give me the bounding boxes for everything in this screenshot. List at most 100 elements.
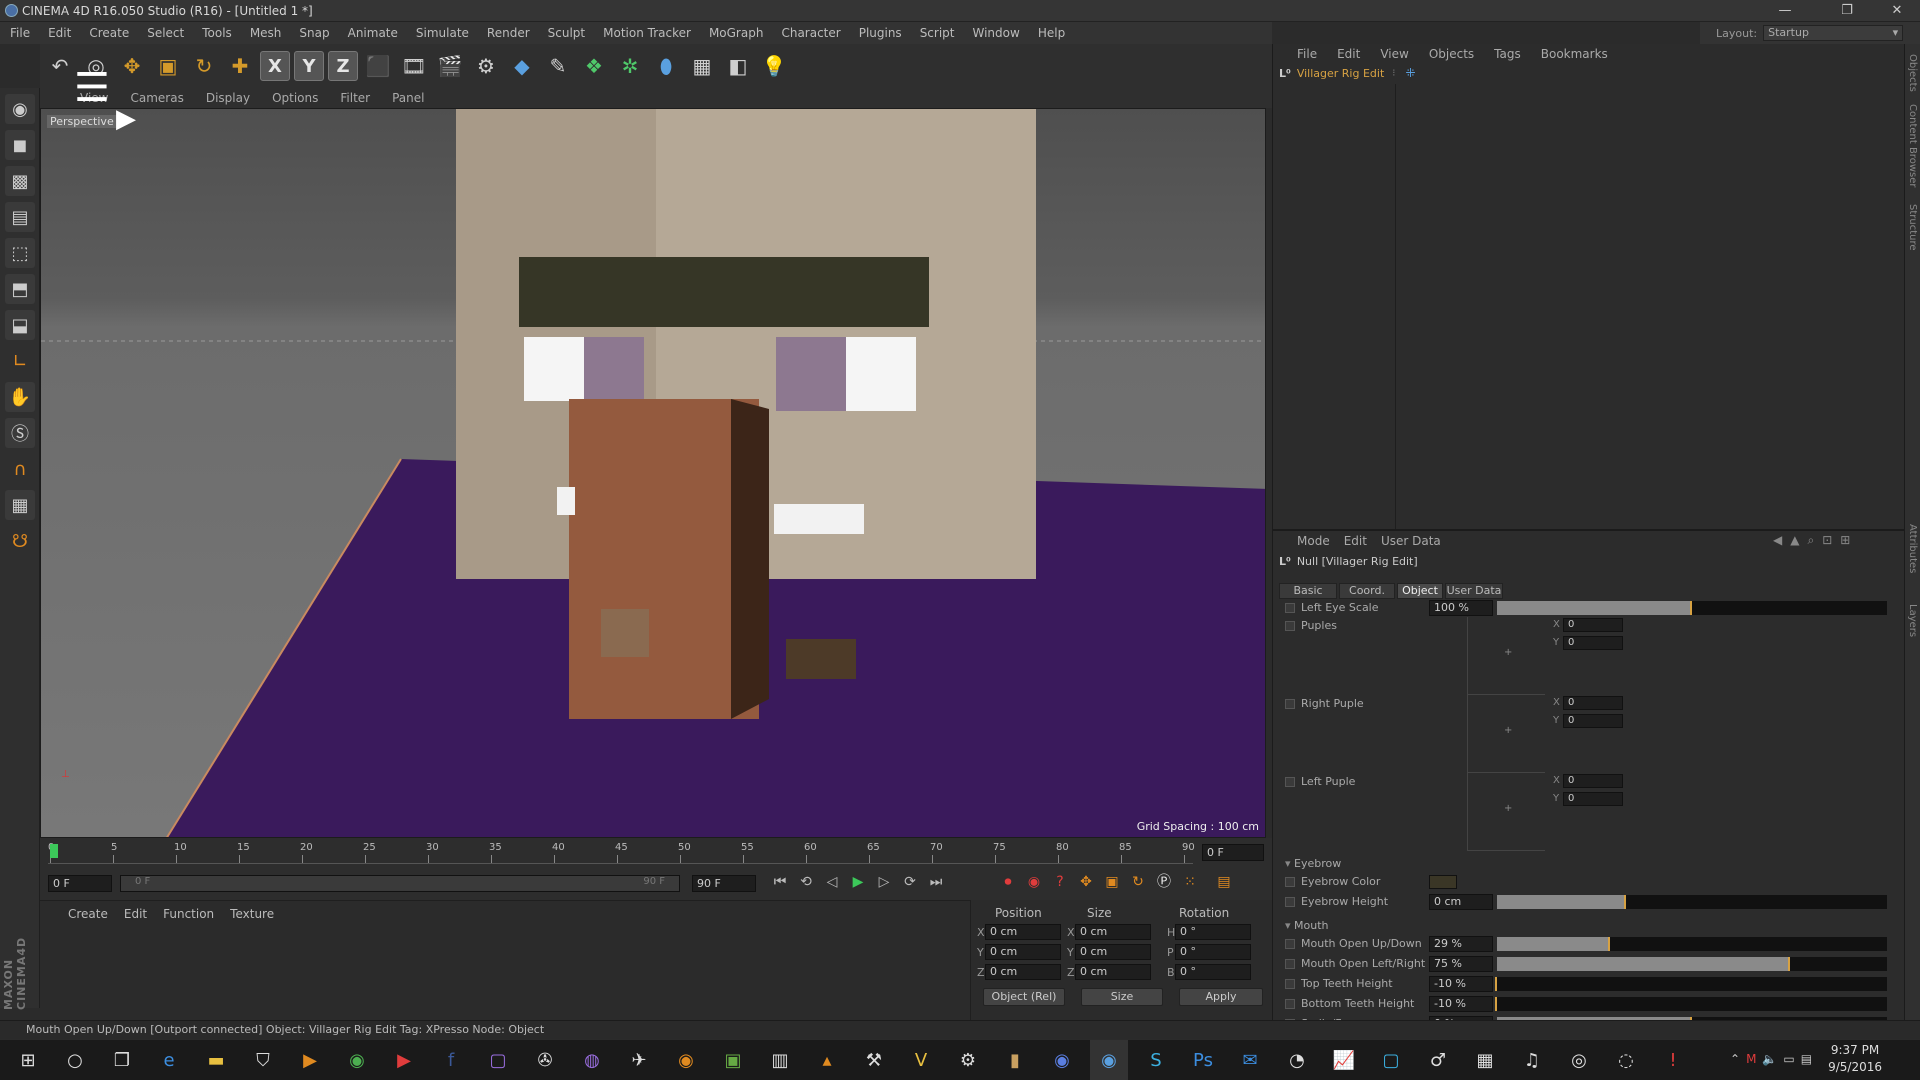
tab-coord-[interactable]: Coord.	[1339, 583, 1395, 599]
tab-user-data[interactable]: User Data	[1445, 583, 1503, 599]
param-slider[interactable]	[1497, 957, 1887, 971]
app-icon[interactable]: ◔	[1278, 1040, 1316, 1080]
tweak-mode-icon[interactable]: ✋	[5, 382, 35, 412]
points-mode-icon[interactable]: ⬚	[5, 238, 35, 268]
facebook-icon[interactable]: f	[432, 1040, 470, 1080]
store-icon[interactable]: ⛉	[244, 1040, 282, 1080]
timeline-window-icon[interactable]: ▤	[1214, 872, 1234, 892]
play-overlay-icon[interactable]: ▶	[116, 104, 136, 134]
pupils-x-field[interactable]: 0	[1563, 618, 1623, 632]
start-windows-icon[interactable]: ⊞	[9, 1040, 47, 1080]
animate-toggle[interactable]	[1285, 777, 1295, 787]
material-menu-edit[interactable]: Edit	[124, 907, 147, 921]
pupils-2d-vector-pad[interactable]	[1467, 617, 1545, 695]
attribute-menu-user-data[interactable]: User Data	[1381, 534, 1441, 548]
frame-ruler[interactable]: 051015202530354045505560657075808590	[48, 842, 1195, 864]
z-axis-button[interactable]: Z	[328, 51, 358, 81]
model-mode-icon[interactable]: ◼	[5, 130, 35, 160]
object-menu-objects[interactable]: Objects	[1429, 47, 1474, 61]
floor-icon[interactable]: ▦	[686, 49, 718, 83]
menu-animate[interactable]: Animate	[348, 26, 398, 40]
y-axis-button[interactable]: Y	[294, 51, 324, 81]
playhead-marker[interactable]	[50, 844, 58, 858]
size-z-field[interactable]: 0 cm	[1075, 964, 1151, 980]
app-icon[interactable]: ♂	[1419, 1040, 1457, 1080]
autokey-icon[interactable]: ◉	[1024, 872, 1044, 892]
left-pupil-x-field[interactable]: 0	[1563, 774, 1623, 788]
side-tab-objects[interactable]: Objects	[1907, 54, 1918, 92]
app-icon[interactable]: ▦	[1466, 1040, 1504, 1080]
menu-simulate[interactable]: Simulate	[416, 26, 469, 40]
start-frame-field[interactable]: 0 F	[48, 875, 112, 892]
viewport-menu-options[interactable]: Options	[272, 91, 318, 105]
apply-button[interactable]: Apply	[1179, 988, 1263, 1006]
menu-snap[interactable]: Snap	[299, 26, 329, 40]
menu-motion-tracker[interactable]: Motion Tracker	[603, 26, 691, 40]
right-pupil-2d-vector-pad[interactable]	[1467, 695, 1545, 773]
animate-toggle[interactable]	[1285, 621, 1295, 631]
next-frame-icon[interactable]: ▷	[874, 872, 894, 892]
network-icon[interactable]: ▭	[1783, 1052, 1794, 1066]
param-value-field[interactable]: 75 %	[1429, 956, 1493, 972]
skype-icon[interactable]: S	[1137, 1040, 1175, 1080]
menu-mograph[interactable]: MoGraph	[709, 26, 764, 40]
app-icon[interactable]: 📈	[1325, 1040, 1363, 1080]
chrome-icon[interactable]: ◉	[338, 1040, 376, 1080]
spline-pen-icon[interactable]: ✎	[542, 49, 574, 83]
side-tab-attributes[interactable]: Attributes	[1907, 524, 1918, 573]
object-row[interactable]: L⁰ Villager Rig Edit ⁝ ⁜	[1273, 64, 1905, 82]
object-name[interactable]: Villager Rig Edit	[1297, 67, 1384, 80]
cinema4d-taskbar-icon[interactable]: ◉	[1090, 1040, 1128, 1080]
scale-key-icon[interactable]: ▣	[1102, 872, 1122, 892]
x-axis-button[interactable]: X	[260, 51, 290, 81]
animate-toggle[interactable]	[1285, 959, 1295, 969]
cortana-search-icon[interactable]: ○	[56, 1040, 94, 1080]
workplane-lock-icon[interactable]: ▦	[5, 490, 35, 520]
move-icon[interactable]: ✥	[116, 49, 148, 83]
vegas-icon[interactable]: V	[902, 1040, 940, 1080]
app-icon[interactable]: ▥	[761, 1040, 799, 1080]
tray-chevron-icon[interactable]: ⌃	[1730, 1052, 1740, 1066]
param-value-field[interactable]: -10 %	[1429, 996, 1493, 1012]
app-icon[interactable]: ▢	[1372, 1040, 1410, 1080]
media-player-icon[interactable]: ▶	[291, 1040, 329, 1080]
lock-icon[interactable]: ⊡	[1822, 533, 1832, 548]
steam-icon[interactable]: ⚙	[949, 1040, 987, 1080]
twitch-icon[interactable]: ▢	[479, 1040, 517, 1080]
back-arrow-icon[interactable]: ◀	[1773, 533, 1782, 548]
menu-plugins[interactable]: Plugins	[859, 26, 902, 40]
tray-app-icon[interactable]: M	[1746, 1052, 1756, 1066]
side-tab-structure[interactable]: Structure	[1907, 204, 1918, 251]
edges-mode-icon[interactable]: ⬒	[5, 274, 35, 304]
rotation-p-field[interactable]: 0 °	[1175, 944, 1251, 960]
xpresso-tag-icon[interactable]: ⁜	[1405, 66, 1415, 80]
animate-toggle[interactable]	[1285, 699, 1295, 709]
viewport-menu-filter[interactable]: Filter	[340, 91, 370, 105]
make-editable-icon[interactable]: ◉	[5, 94, 35, 124]
rotate-icon[interactable]: ↻	[188, 49, 220, 83]
app-icon[interactable]: ▮	[996, 1040, 1034, 1080]
workplane-icon[interactable]: ▤	[5, 202, 35, 232]
rotation-b-field[interactable]: 0 °	[1175, 964, 1251, 980]
viewport-menu-panel[interactable]: Panel	[392, 91, 424, 105]
animate-toggle[interactable]	[1285, 979, 1295, 989]
menu-create[interactable]: Create	[89, 26, 129, 40]
action-center-icon[interactable]: ▤	[1801, 1052, 1812, 1066]
hamburger-menu-icon[interactable]: ☰	[74, 68, 110, 108]
left-pupil-2d-vector-pad[interactable]	[1467, 773, 1545, 851]
close-button[interactable]: ✕	[1880, 0, 1914, 22]
app-icon[interactable]: ◌	[1607, 1040, 1645, 1080]
up-arrow-icon[interactable]: ▲	[1790, 533, 1799, 548]
render-settings-icon[interactable]: ⚙	[470, 49, 502, 83]
end-frame-field[interactable]: 90 F	[692, 875, 756, 892]
object-menu-file[interactable]: File	[1297, 47, 1317, 61]
menu-mesh[interactable]: Mesh	[250, 26, 282, 40]
subdivision-icon[interactable]: ❖	[578, 49, 610, 83]
menu-edit[interactable]: Edit	[48, 26, 71, 40]
menu-window[interactable]: Window	[973, 26, 1020, 40]
coordinate-system-icon[interactable]: ⬛	[362, 49, 394, 83]
volume-icon[interactable]: 🔈	[1762, 1052, 1777, 1066]
light-icon[interactable]: 💡	[758, 49, 790, 83]
preview-range-slider[interactable]: 0 F 90 F	[120, 875, 680, 892]
camera-icon[interactable]: ◧	[722, 49, 754, 83]
